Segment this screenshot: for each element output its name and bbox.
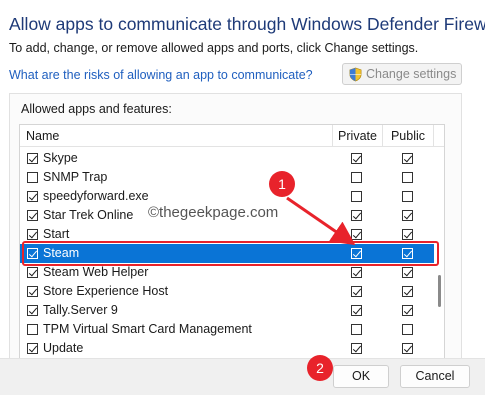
scrollbar-thumb[interactable]: [438, 275, 441, 307]
private-checkbox[interactable]: [351, 153, 362, 164]
list-item[interactable]: TPM Virtual Smart Card Management: [20, 320, 434, 339]
ok-button[interactable]: OK: [333, 365, 389, 388]
change-settings-label: Change settings: [366, 67, 457, 81]
watermark: ©thegeekpage.com: [148, 204, 279, 221]
change-settings-button[interactable]: Change settings: [342, 63, 462, 85]
private-checkbox[interactable]: [351, 172, 362, 183]
app-enabled-checkbox[interactable]: [27, 210, 38, 221]
list-item[interactable]: Store Experience Host: [20, 282, 434, 301]
private-checkbox[interactable]: [351, 324, 362, 335]
public-checkbox[interactable]: [402, 153, 413, 164]
private-checkbox[interactable]: [351, 229, 362, 240]
public-checkbox[interactable]: [402, 229, 413, 240]
list-header: Name Private Public: [20, 125, 444, 147]
private-checkbox[interactable]: [351, 286, 362, 297]
app-enabled-checkbox[interactable]: [27, 286, 38, 297]
app-name: TPM Virtual Smart Card Management: [43, 322, 252, 336]
app-name: Star Trek Online: [43, 208, 134, 222]
risks-link[interactable]: What are the risks of allowing an app to…: [9, 68, 313, 82]
steam-row-highlight: [22, 241, 439, 266]
app-name: Start: [43, 227, 70, 241]
app-enabled-checkbox[interactable]: [27, 267, 38, 278]
app-name: SNMP Trap: [43, 170, 108, 184]
list-item[interactable]: SNMP Trap: [20, 168, 434, 187]
step-2-badge: 2: [307, 355, 333, 381]
app-name: Steam Web Helper: [43, 265, 149, 279]
app-enabled-checkbox[interactable]: [27, 229, 38, 240]
app-name: Tally.Server 9: [43, 303, 118, 317]
column-header-name[interactable]: Name: [26, 129, 59, 143]
column-header-private[interactable]: Private: [332, 125, 382, 147]
private-checkbox[interactable]: [351, 343, 362, 354]
dialog-subtitle: To add, change, or remove allowed apps a…: [9, 41, 419, 55]
public-checkbox[interactable]: [402, 324, 413, 335]
app-name: Store Experience Host: [43, 284, 169, 298]
cancel-button[interactable]: Cancel: [400, 365, 470, 388]
app-name: Update: [43, 341, 84, 355]
private-checkbox[interactable]: [351, 210, 362, 221]
column-header-public[interactable]: Public: [382, 125, 434, 147]
public-checkbox[interactable]: [402, 267, 413, 278]
app-enabled-checkbox[interactable]: [27, 191, 38, 202]
step-1-badge: 1: [269, 171, 295, 197]
list-item[interactable]: Update: [20, 339, 434, 358]
private-checkbox[interactable]: [351, 305, 362, 316]
public-checkbox[interactable]: [402, 191, 413, 202]
app-name: Skype: [43, 151, 78, 165]
app-enabled-checkbox[interactable]: [27, 343, 38, 354]
app-enabled-checkbox[interactable]: [27, 172, 38, 183]
public-checkbox[interactable]: [402, 343, 413, 354]
public-checkbox[interactable]: [402, 172, 413, 183]
private-checkbox[interactable]: [351, 267, 362, 278]
public-checkbox[interactable]: [402, 286, 413, 297]
app-enabled-checkbox[interactable]: [27, 324, 38, 335]
app-enabled-checkbox[interactable]: [27, 305, 38, 316]
list-item[interactable]: Skype: [20, 149, 434, 168]
app-name: speedyforward.exe: [43, 189, 149, 203]
dialog-title: Allow apps to communicate through Window…: [9, 14, 485, 34]
private-checkbox[interactable]: [351, 191, 362, 202]
app-enabled-checkbox[interactable]: [27, 153, 38, 164]
public-checkbox[interactable]: [402, 305, 413, 316]
list-item[interactable]: Tally.Server 9: [20, 301, 434, 320]
allowed-apps-label: Allowed apps and features:: [21, 102, 172, 116]
uac-shield-icon: [349, 67, 362, 81]
public-checkbox[interactable]: [402, 210, 413, 221]
